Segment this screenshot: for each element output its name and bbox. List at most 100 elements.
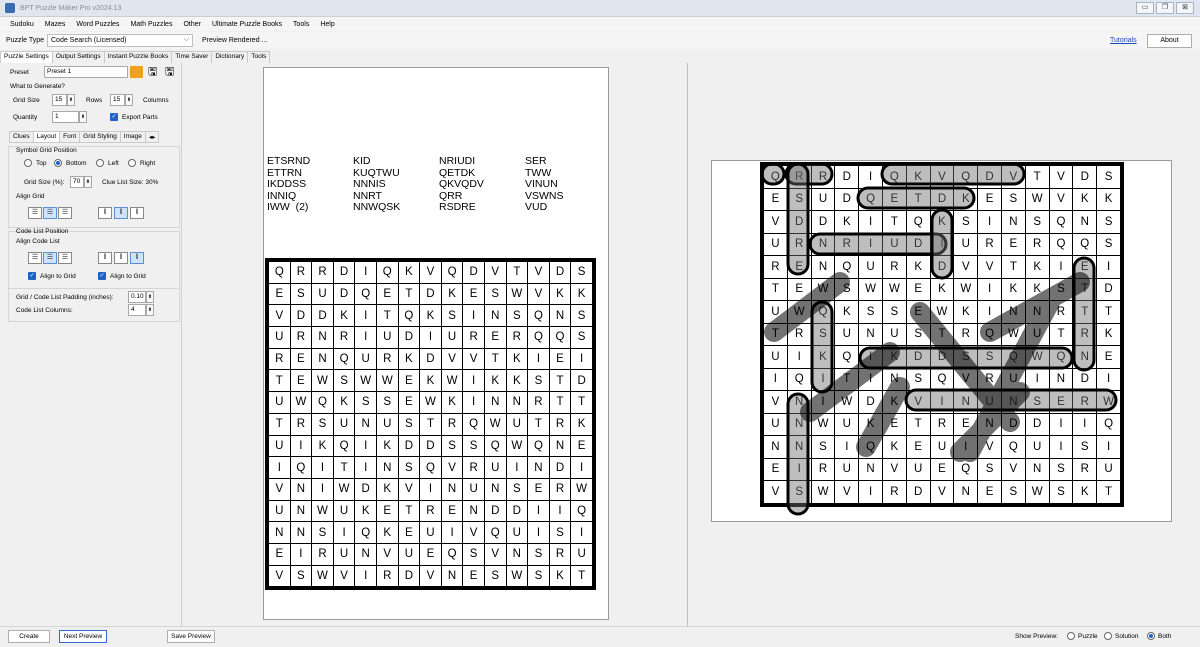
align-bottom-icon[interactable]: ‖	[130, 207, 144, 219]
grid-cell: D	[419, 347, 442, 371]
grid-cell: T	[548, 369, 572, 393]
menu-word-puzzles[interactable]: Word Puzzles	[76, 21, 119, 28]
grid-cell: D	[1096, 277, 1121, 301]
create-button[interactable]: Create	[8, 630, 50, 643]
position-right-radio[interactable]	[128, 159, 136, 167]
position-top-radio[interactable]	[24, 159, 32, 167]
grid-cell: N	[354, 412, 377, 436]
preview-both-radio[interactable]	[1147, 632, 1155, 640]
code-align-middle-icon[interactable]: ‖	[114, 252, 128, 264]
export-parts-checkbox[interactable]: ✓	[110, 113, 118, 121]
rows-spinner[interactable]: ⬍	[67, 94, 75, 106]
menu-mazes[interactable]: Mazes	[45, 21, 66, 28]
align-middle-icon[interactable]: ‖	[114, 207, 128, 219]
grid-cell: D	[1024, 412, 1050, 436]
tab-dictionary[interactable]: Dictionary	[211, 51, 249, 63]
grid-cell: R	[289, 326, 313, 349]
code-align-bottom-icon[interactable]: ‖	[130, 252, 144, 264]
align-top-icon[interactable]: ‖	[98, 207, 112, 219]
grid-cell: U	[375, 412, 399, 436]
menu-sudoku[interactable]: Sudoku	[10, 21, 34, 28]
about-button[interactable]: About	[1147, 34, 1192, 48]
menu-ultimate-puzzle-books[interactable]: Ultimate Puzzle Books	[212, 21, 282, 28]
next-preview-button[interactable]: Next Preview	[59, 630, 107, 643]
grid-cell: I	[505, 456, 529, 479]
grid-cell: E	[763, 457, 788, 481]
tab-output-settings[interactable]: Output Settings	[51, 51, 105, 63]
grid-size-pct-input[interactable]: 70	[70, 176, 84, 188]
tab-puzzle-settings[interactable]: Puzzle Settings	[0, 51, 53, 63]
grid-cell: K	[483, 369, 507, 393]
save-icon[interactable]: 🖫	[148, 66, 157, 78]
close-button[interactable]: ⊠	[1176, 2, 1194, 14]
code-align-center-icon[interactable]: ☰	[43, 252, 57, 264]
grid-cell: I	[763, 367, 788, 391]
grid-cell: W	[419, 391, 442, 414]
grid-cell: Q	[763, 165, 788, 189]
tab-tools[interactable]: Tools	[247, 51, 271, 63]
tab-layout[interactable]: Layout	[32, 131, 61, 143]
restore-button[interactable]: ❐	[1156, 2, 1174, 14]
preview-solution-radio[interactable]	[1104, 632, 1112, 640]
grid-cell: E	[1072, 255, 1098, 279]
grid-cell: T	[1000, 255, 1026, 279]
grid-cell: I	[1048, 435, 1074, 459]
grid-cell: S	[440, 304, 464, 328]
grid-cell: S	[483, 564, 507, 588]
code-align-top-icon[interactable]: ‖	[98, 252, 112, 264]
tab-grid-styling[interactable]: Grid Styling	[79, 131, 121, 143]
tab-scroll-arrows[interactable]: ◂▸	[144, 131, 160, 143]
grid-cell: N	[311, 347, 334, 371]
folder-icon[interactable]	[130, 66, 143, 78]
code-align-left-icon[interactable]: ☰	[28, 252, 42, 264]
align-to-grid-checkbox-2[interactable]: ✓	[98, 272, 106, 280]
tab-clues[interactable]: Clues	[9, 131, 34, 143]
align-to-grid-checkbox-1[interactable]: ✓	[28, 272, 36, 280]
quantity-input[interactable]: 1	[52, 111, 79, 123]
title-bar: BPT Puzzle Maker Pro v2024.13 ▭ ❐ ⊠	[0, 0, 1200, 17]
align-right-icon[interactable]: ☰	[58, 207, 72, 219]
align-center-icon[interactable]: ☰	[43, 207, 57, 219]
quantity-spinner[interactable]: ⬍	[79, 111, 87, 123]
app-title: BPT Puzzle Maker Pro v2024.13	[20, 4, 122, 12]
columns-input[interactable]: 15	[110, 94, 125, 106]
tab-font[interactable]: Font	[59, 131, 81, 143]
menu-help[interactable]: Help	[320, 21, 334, 28]
preset-input[interactable]: Preset 1	[44, 66, 128, 78]
grid-cell: Q	[1072, 232, 1098, 256]
code-item: IWW (2)	[267, 201, 309, 213]
grid-cell: T	[375, 304, 399, 328]
grid-cell: E	[289, 347, 313, 371]
grid-cell: I	[289, 542, 313, 566]
puzzle-type-select[interactable]: Code Search (Licensed) ⌵	[47, 34, 193, 47]
tab-time-saver[interactable]: Time Saver	[171, 51, 213, 63]
grid-size-pct-spinner[interactable]: ⬍	[84, 176, 92, 188]
position-left-radio[interactable]	[96, 159, 104, 167]
grid-cell: I	[354, 434, 377, 458]
minimize-button[interactable]: ▭	[1136, 2, 1154, 14]
grid-cell: Q	[570, 499, 593, 523]
tutorials-link[interactable]: Tutorials	[1110, 37, 1137, 44]
menu-other[interactable]: Other	[183, 21, 201, 28]
grid-cell: R	[505, 326, 529, 349]
grid-cell: I	[268, 456, 291, 479]
save-preview-button[interactable]: Save Preview	[167, 630, 215, 643]
grid-cell: R	[786, 165, 812, 189]
columns-spinner[interactable]: ⬍	[125, 94, 133, 106]
grid-cell: U	[763, 232, 788, 256]
code-align-right-icon[interactable]: ☰	[58, 252, 72, 264]
position-bottom-radio[interactable]	[54, 159, 62, 167]
app-icon	[5, 3, 15, 13]
grid-cell: U	[375, 326, 399, 349]
position-right-label: Right	[140, 160, 156, 167]
grid-cell: S	[834, 277, 860, 301]
tab-instant-puzzle-books[interactable]: Instant Puzzle Books	[103, 51, 173, 63]
preview-puzzle-radio[interactable]	[1067, 632, 1075, 640]
rows-input[interactable]: 15	[52, 94, 67, 106]
align-left-icon[interactable]: ☰	[28, 207, 42, 219]
menu-tools[interactable]: Tools	[293, 21, 309, 28]
menu-math-puzzles[interactable]: Math Puzzles	[130, 21, 172, 28]
tab-image[interactable]: Image	[119, 131, 146, 143]
save-as-icon[interactable]: 🖫	[165, 66, 174, 78]
grid-cell: S	[527, 369, 550, 393]
